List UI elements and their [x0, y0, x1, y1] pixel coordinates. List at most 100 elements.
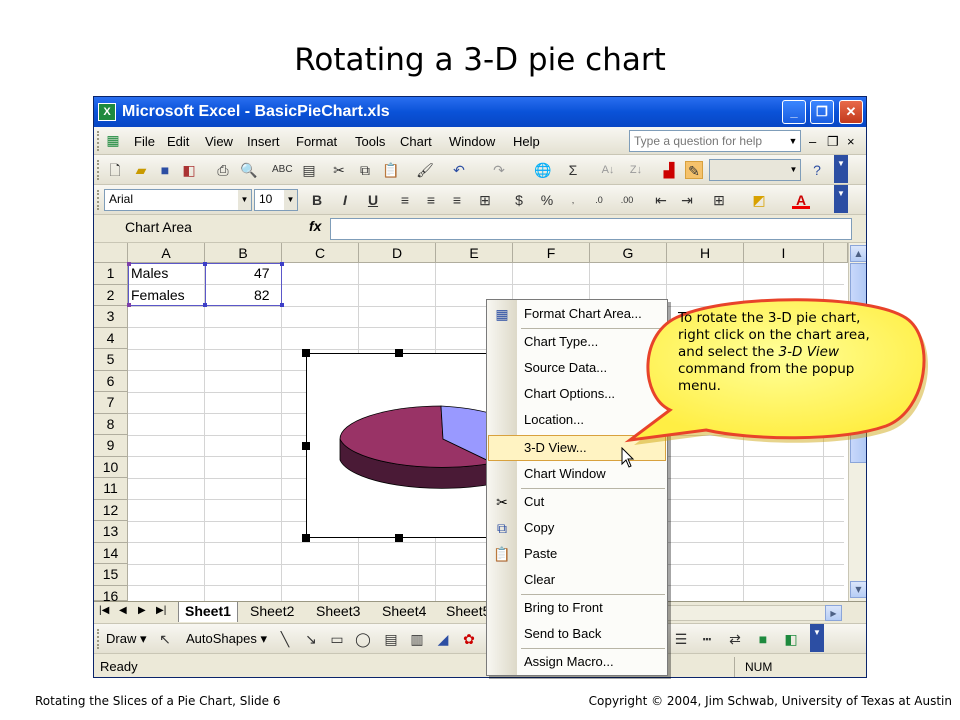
range-corner-handle[interactable] — [203, 303, 207, 307]
hyperlink-icon[interactable]: 🌐 — [534, 161, 552, 179]
vertical-textbox-icon[interactable]: ▥ — [408, 630, 426, 648]
row-header[interactable]: 7 — [94, 392, 128, 414]
formula-input[interactable] — [330, 218, 852, 240]
3d-style-icon[interactable]: ◧ — [782, 630, 800, 648]
chart-wizard-icon[interactable]: ▟ — [660, 161, 678, 179]
select-objects-icon[interactable]: ↖ — [156, 630, 174, 648]
menu-assign-macro[interactable]: Assign Macro... — [488, 649, 666, 675]
sheet-tab[interactable]: Sheet4 — [376, 602, 432, 622]
menu-window[interactable]: Window — [449, 134, 495, 149]
drawing-toolbar-grip[interactable] — [97, 629, 101, 649]
row-header[interactable]: 2 — [94, 284, 128, 306]
permission-icon[interactable]: ◧ — [180, 161, 198, 179]
menu-insert[interactable]: Insert — [247, 134, 280, 149]
row-header[interactable]: 5 — [94, 349, 128, 371]
wordart-icon[interactable]: ◢ — [434, 630, 452, 648]
column-header[interactable]: G — [590, 243, 667, 263]
percent-button[interactable]: % — [538, 191, 556, 209]
copy-toolbar-icon[interactable]: ⧉ — [356, 161, 374, 179]
menu-help[interactable]: Help — [513, 134, 540, 149]
draw-menu[interactable]: Draw ▾ — [106, 631, 146, 647]
horizontal-scrollbar[interactable]: ▶ — [662, 605, 842, 621]
workbook-icon[interactable]: ▦ — [104, 131, 122, 149]
scroll-right-button[interactable]: ▶ — [825, 605, 842, 621]
redo-icon[interactable]: ↷ — [490, 161, 508, 179]
menu-edit[interactable]: Edit — [167, 134, 189, 149]
row-header[interactable]: 4 — [94, 327, 128, 349]
comma-style-icon[interactable]: , — [564, 191, 582, 209]
borders-icon[interactable]: ⊞ — [710, 191, 728, 209]
decrease-decimal-icon[interactable]: .00 — [618, 191, 636, 209]
sheet-tab[interactable]: Sheet2 — [244, 602, 300, 622]
save-icon[interactable]: ■ — [156, 161, 174, 179]
cut-icon[interactable]: ✂ — [330, 161, 348, 179]
open-icon[interactable]: ▰ — [132, 161, 150, 179]
row-header[interactable]: 6 — [94, 370, 128, 392]
bold-button[interactable]: B — [308, 191, 326, 209]
cell-b2[interactable]: 82 — [254, 287, 270, 303]
row-header[interactable]: 16 — [94, 585, 128, 604]
ask-dropdown-icon[interactable]: ▼ — [786, 131, 800, 151]
research-icon[interactable]: ▤ — [300, 161, 318, 179]
diagram-icon[interactable]: ✿ — [460, 630, 478, 648]
next-sheet-icon[interactable]: ▶ — [138, 605, 146, 616]
chart-handle[interactable] — [395, 349, 403, 357]
paste-toolbar-icon[interactable]: 📋 — [382, 161, 400, 179]
column-header-extra[interactable] — [824, 243, 848, 263]
row-header[interactable]: 1 — [94, 263, 128, 285]
scroll-up-button[interactable]: ▲ — [850, 245, 866, 262]
arrow-icon[interactable]: ↘ — [302, 630, 320, 648]
column-header[interactable]: H — [667, 243, 744, 263]
menu-paste[interactable]: 📋 Paste — [488, 541, 666, 567]
menu-clear[interactable]: Clear — [488, 567, 666, 593]
column-header[interactable]: B — [205, 243, 282, 263]
currency-button[interactable]: $ — [510, 191, 528, 209]
rectangle-icon[interactable]: ▭ — [328, 630, 346, 648]
row-header[interactable]: 15 — [94, 564, 128, 586]
row-header[interactable]: 12 — [94, 499, 128, 521]
menu-cut[interactable]: ✂ Cut — [488, 489, 666, 515]
last-sheet-icon[interactable]: ▶| — [156, 605, 166, 616]
font-color-icon[interactable]: A — [792, 191, 810, 209]
menu-tools[interactable]: Tools — [355, 134, 385, 149]
column-header[interactable]: D — [359, 243, 436, 263]
sort-ascending-icon[interactable]: A↓ — [599, 161, 617, 179]
italic-button[interactable]: I — [336, 191, 354, 209]
font-size-select[interactable]: 10 ▼ — [254, 189, 298, 211]
align-left-icon[interactable]: ≡ — [396, 191, 414, 209]
formatting-options-icon[interactable]: ▼ — [834, 185, 848, 213]
menu-file[interactable]: File — [134, 134, 155, 149]
ask-question-input[interactable]: Type a question for help ▼ — [629, 130, 801, 152]
formatting-toolbar-grip[interactable] — [97, 190, 101, 210]
chart-object[interactable] — [302, 349, 495, 542]
font-dropdown-icon[interactable]: ▼ — [238, 190, 251, 210]
select-all-corner[interactable] — [94, 243, 128, 263]
toolbar-options-icon[interactable]: ▼ — [834, 155, 848, 183]
oval-icon[interactable]: ◯ — [354, 630, 372, 648]
new-icon[interactable]: 🗋 — [106, 161, 124, 179]
doc-restore-button[interactable]: ❐ — [827, 134, 839, 150]
textbox-icon[interactable]: ▤ — [382, 630, 400, 648]
chart-handle[interactable] — [302, 349, 310, 357]
drawing-options-icon[interactable]: ▼ — [810, 624, 824, 652]
increase-indent-icon[interactable]: ⇥ — [678, 191, 696, 209]
scroll-down-button[interactable]: ▼ — [850, 581, 866, 598]
doc-close-button[interactable]: × — [847, 134, 855, 149]
menu-format[interactable]: Format — [296, 134, 337, 149]
undo-icon[interactable]: ↶ — [450, 161, 468, 179]
merge-center-icon[interactable]: ⊞ — [476, 191, 494, 209]
menu-bring-to-front[interactable]: Bring to Front — [488, 595, 666, 621]
maximize-button[interactable]: ❐ — [810, 100, 834, 124]
line-icon[interactable]: ╲ — [276, 630, 294, 648]
fill-color-icon[interactable]: ◩ — [750, 191, 768, 209]
menu-send-to-back[interactable]: Send to Back — [488, 621, 666, 647]
column-header[interactable]: F — [513, 243, 590, 263]
cell-a1[interactable]: Males — [131, 265, 168, 281]
spelling-icon[interactable]: ABC — [272, 161, 293, 179]
drawing-icon[interactable]: ✎ — [685, 161, 703, 179]
column-header[interactable]: C — [282, 243, 359, 263]
chart-handle[interactable] — [302, 442, 310, 450]
pie-chart-3d[interactable] — [307, 354, 495, 539]
row-header[interactable]: 10 — [94, 456, 128, 478]
font-size-dropdown-icon[interactable]: ▼ — [284, 190, 297, 210]
